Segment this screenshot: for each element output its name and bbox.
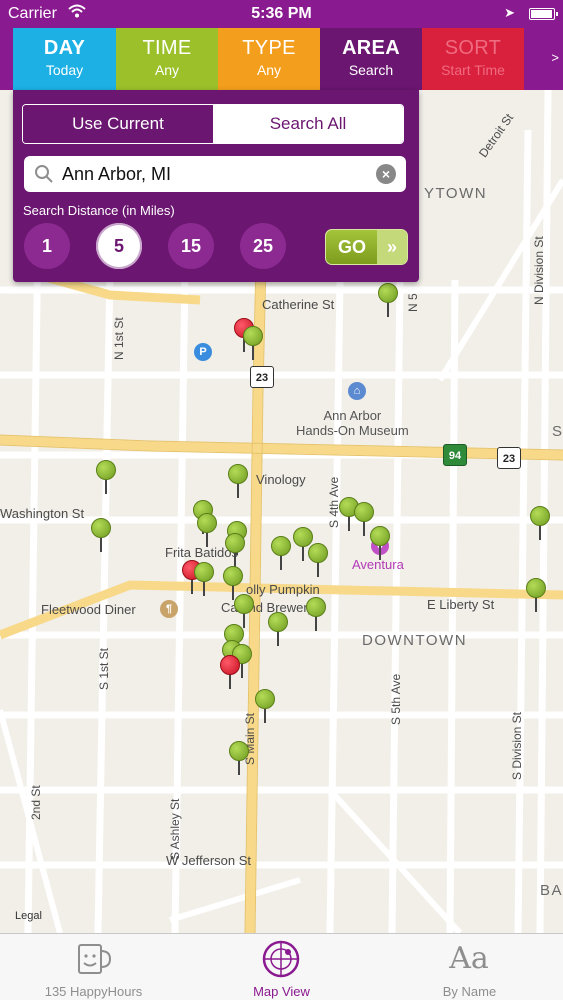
museum-icon: ⌂ [348, 382, 366, 400]
street-label: Washington St [0, 506, 85, 521]
happy-hour-pin[interactable] [229, 741, 249, 775]
search-all-button[interactable]: Search All [213, 105, 403, 143]
happy-hour-pin[interactable] [197, 513, 217, 547]
restaurant-icon: ¶ [160, 600, 178, 618]
location-arrow-icon: ➤ [504, 5, 515, 20]
distance-15-button[interactable]: 15 [168, 223, 214, 269]
search-distance-label: Search Distance (in Miles) [23, 203, 175, 218]
tab-map-view[interactable]: Map View [188, 934, 375, 1000]
filter-tab-type[interactable]: TYPE Any [218, 28, 320, 90]
filter-title: TIME [142, 37, 192, 59]
happy-hour-pin[interactable] [530, 506, 550, 540]
happy-hour-pin[interactable] [220, 655, 240, 689]
clear-icon[interactable]: × [376, 164, 396, 184]
parking-icon: P [194, 343, 212, 361]
happy-hour-pin[interactable] [96, 460, 116, 494]
happy-hour-pin[interactable] [255, 689, 275, 723]
letters-aa-icon: Aa [449, 941, 489, 976]
happy-hour-pin[interactable] [308, 543, 328, 577]
distance-25-button[interactable]: 25 [240, 223, 286, 269]
filter-value: Any [154, 62, 180, 78]
tab-bar: 135 HappyHours Map View Aa By Name [0, 933, 563, 1000]
go-button[interactable]: GO » [325, 229, 408, 265]
poi-label: olly Pumpkin [246, 582, 320, 597]
street-label: N Division St [532, 236, 546, 305]
poi-label: Ann Arbor Hands-On Museum [296, 408, 409, 438]
us-highway-shield: 23 [497, 447, 521, 469]
area-search-panel: Use Current Search All × Search Distance… [13, 90, 419, 282]
interstate-shield: 94 [443, 444, 467, 466]
happy-hour-pin[interactable] [228, 464, 248, 498]
happy-hour-pin[interactable] [243, 326, 263, 360]
location-mode-segmented-control: Use Current Search All [22, 104, 404, 144]
tab-label: 135 HappyHours [44, 984, 143, 999]
poi-label: Fleetwood Diner [41, 602, 136, 617]
filter-value: Today [45, 62, 84, 78]
distance-5-button[interactable]: 5 [96, 223, 142, 269]
clock: 5:36 PM [251, 5, 312, 22]
location-search-input[interactable] [62, 160, 362, 188]
happy-hour-pin[interactable] [268, 612, 288, 646]
tab-happy-hours[interactable]: 135 HappyHours [0, 934, 187, 1000]
street-label: 2nd St [29, 785, 43, 820]
status-bar: Carrier 5:36 PM ➤ [0, 0, 563, 28]
happy-hour-pin[interactable] [526, 578, 546, 612]
happy-hour-pin[interactable] [370, 526, 390, 560]
district-label: S [552, 423, 563, 440]
search-icon [35, 165, 53, 183]
poi-label: Vinology [256, 472, 306, 487]
double-chevron-right-icon: » [377, 230, 407, 264]
distance-1-button[interactable]: 1 [24, 223, 70, 269]
district-label: BA [540, 882, 563, 899]
radar-map-icon [262, 940, 300, 978]
more-filters-arrow[interactable]: > [551, 50, 559, 65]
happy-hour-pin[interactable] [306, 597, 326, 631]
district-label: DOWNTOWN [362, 632, 468, 649]
battery-icon [529, 8, 558, 20]
street-label: S Division St [510, 711, 524, 780]
tab-label: By Name [442, 984, 497, 999]
filter-value: Search [348, 62, 394, 78]
street-label: S 1st St [97, 647, 111, 690]
legal-link[interactable]: Legal [15, 910, 42, 922]
street-label: N 1st St [112, 317, 126, 360]
happy-hour-pin[interactable] [234, 594, 254, 628]
tab-label: Map View [253, 984, 310, 999]
filter-bar: DAY Today TIME Any TYPE Any AREA Search … [0, 28, 563, 90]
district-label: YTOWN [424, 185, 488, 202]
filter-title: DAY [43, 37, 86, 59]
go-label: GO [338, 237, 367, 257]
filter-title: AREA [342, 37, 400, 59]
filter-value: Any [256, 62, 282, 78]
filter-title: TYPE [242, 37, 296, 59]
street-label: E Liberty St [427, 597, 495, 612]
street-label: N 5 [406, 293, 420, 312]
happy-hour-pin[interactable] [91, 518, 111, 552]
street-label: S Ashley St [168, 798, 182, 860]
beer-mug-icon [78, 944, 112, 974]
us-highway-shield: 23 [250, 366, 274, 388]
tab-by-name[interactable]: Aa By Name [376, 934, 563, 1000]
happy-hour-pin[interactable] [194, 562, 214, 596]
filter-value: Start Time [441, 62, 505, 78]
filter-tab-time[interactable]: TIME Any [116, 28, 218, 90]
filter-tab-sort[interactable]: SORT Start Time [422, 28, 524, 90]
filter-tab-day[interactable]: DAY Today [13, 28, 116, 90]
filter-title: SORT [444, 37, 502, 59]
happy-hour-pin[interactable] [271, 536, 291, 570]
filter-tab-area[interactable]: AREA Search [320, 28, 422, 90]
happy-hour-pin[interactable] [378, 283, 398, 317]
happy-hour-pin[interactable] [225, 533, 245, 567]
street-label: Catherine St [262, 297, 335, 312]
location-search-box: × [24, 156, 406, 192]
use-current-button[interactable]: Use Current [23, 105, 213, 143]
street-label: S 5th Ave [389, 673, 403, 725]
